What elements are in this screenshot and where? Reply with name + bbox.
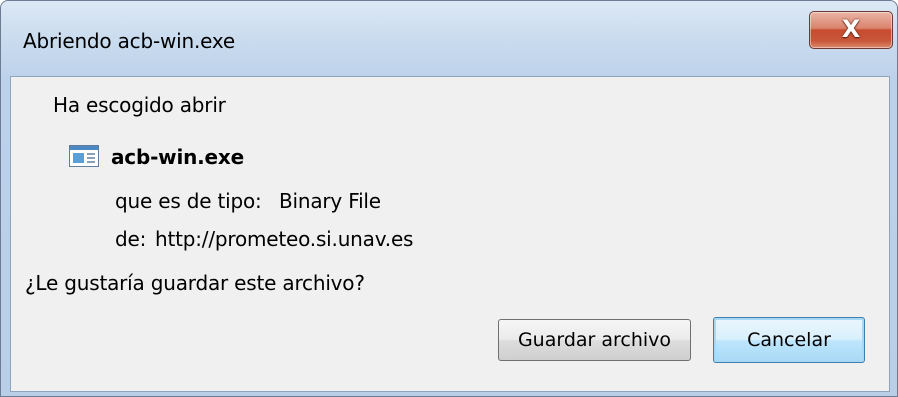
source-url: http://prometeo.si.unav.es xyxy=(155,227,414,251)
file-name: acb-win.exe xyxy=(111,145,244,169)
close-icon: X xyxy=(841,15,861,43)
save-file-button[interactable]: Guardar archivo xyxy=(498,319,691,361)
cancel-button[interactable]: Cancelar xyxy=(713,317,865,363)
file-type-value: Binary File xyxy=(279,189,381,213)
file-type-label: que es de tipo: xyxy=(115,189,262,213)
intro-text: Ha escogido abrir xyxy=(53,93,226,117)
window-title: Abriendo acb-win.exe xyxy=(23,29,236,53)
save-question: ¿Le gustaría guardar este archivo? xyxy=(25,271,365,295)
file-icon xyxy=(69,145,99,167)
source-label: de: xyxy=(115,227,147,251)
close-button[interactable]: X xyxy=(809,11,893,49)
dialog-window: Abriendo acb-win.exe X Ha escogido abrir… xyxy=(0,0,898,397)
